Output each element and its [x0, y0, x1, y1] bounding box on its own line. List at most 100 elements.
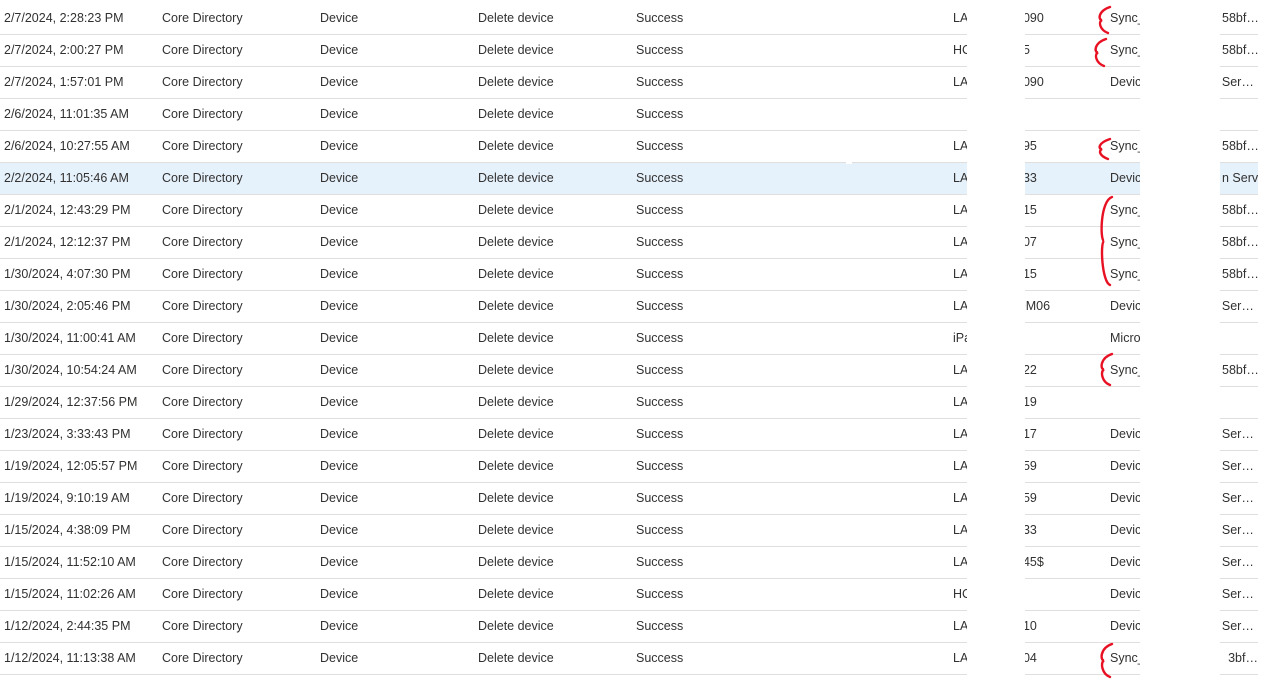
table-row[interactable]: 2/7/2024, 2:28:23 PM Core Directory Device… — [0, 3, 1258, 35]
initiated-suffix-cell: 58bf… — [1222, 235, 1258, 249]
service-cell: Core Directory — [162, 139, 243, 153]
date-cell: 2/1/2024, 12:43:29 PM — [4, 203, 131, 217]
category-cell: Device — [320, 235, 359, 249]
service-cell: Core Directory — [162, 651, 243, 665]
table-row[interactable]: 1/23/2024, 3:33:43 PM Core Directory Devic… — [0, 419, 1258, 451]
grid-artifact — [846, 161, 852, 164]
activity-cell: Delete device — [478, 427, 554, 441]
result-cell: Success — [636, 203, 684, 217]
category-cell: Device — [320, 171, 359, 185]
initiated-suffix-cell: 58bf… — [1222, 43, 1258, 57]
date-cell: 1/29/2024, 12:37:56 PM — [4, 395, 138, 409]
service-cell: Core Directory — [162, 299, 243, 313]
date-cell: 1/12/2024, 11:13:38 AM — [4, 651, 136, 665]
table-row[interactable]: 2/7/2024, 1:57:01 PM Core Directory Device… — [0, 67, 1258, 99]
activity-cell: Delete device — [478, 395, 554, 409]
date-cell: 2/7/2024, 2:00:27 PM — [4, 43, 124, 57]
target-suffix-cell: 233 — [1016, 171, 1037, 185]
activity-cell: Delete device — [478, 331, 554, 345]
table-row[interactable]: 1/15/2024, 11:02:26 AM Core Directory Devi… — [0, 579, 1258, 611]
service-cell: Core Directory — [162, 11, 243, 25]
table-row[interactable]: 1/12/2024, 11:13:38 AM Core Directory Devi… — [0, 643, 1258, 675]
service-cell: Core Directory — [162, 523, 243, 537]
service-cell: Core Directory — [162, 107, 243, 121]
table-row[interactable]: 1/19/2024, 9:10:19 AM Core Directory Devic… — [0, 483, 1258, 515]
target-prefix-cell: LA — [953, 459, 967, 473]
target-prefix-cell: LA — [953, 427, 967, 441]
category-cell: Device — [320, 395, 359, 409]
result-cell: Success — [636, 395, 684, 409]
target-prefix-cell: LA — [953, 523, 967, 537]
target-suffix-cell: 010 — [1016, 619, 1037, 633]
initiated-suffix-cell: 58bf… — [1222, 267, 1258, 281]
category-cell: Device — [320, 331, 359, 345]
target-suffix-cell: 215 — [1016, 203, 1037, 217]
table-row[interactable]: 1/15/2024, 11:52:10 AM Core Directory Devi… — [0, 547, 1258, 579]
result-cell: Success — [636, 171, 684, 185]
activity-cell: Delete device — [478, 491, 554, 505]
table-row[interactable]: 2/1/2024, 12:12:37 PM Core Directory Devic… — [0, 227, 1258, 259]
target-suffix-cell: 217 — [1016, 427, 1037, 441]
table-row[interactable]: 1/29/2024, 12:37:56 PM Core Directory Devi… — [0, 387, 1258, 419]
date-cell: 2/1/2024, 12:12:37 PM — [4, 235, 131, 249]
service-cell: Core Directory — [162, 587, 243, 601]
target-prefix-cell: HC — [953, 43, 967, 57]
table-row[interactable]: 1/19/2024, 12:05:57 PM Core Directory Devi… — [0, 451, 1258, 483]
table-row[interactable]: 2/1/2024, 12:43:29 PM Core Directory Devic… — [0, 195, 1258, 227]
target-prefix-cell: LA — [953, 139, 967, 153]
target-suffix-cell: 095 — [1016, 139, 1037, 153]
activity-cell: Delete device — [478, 235, 554, 249]
date-cell: 2/7/2024, 2:28:23 PM — [4, 11, 124, 25]
activity-cell: Delete device — [478, 555, 554, 569]
category-cell: Device — [320, 299, 359, 313]
result-cell: Success — [636, 619, 684, 633]
table-row[interactable]: 1/30/2024, 10:54:24 AM Core Directory Devi… — [0, 355, 1258, 387]
table-row[interactable]: 2/6/2024, 10:27:55 AM Core Directory Devic… — [0, 131, 1258, 163]
service-cell: Core Directory — [162, 43, 243, 57]
result-cell: Success — [636, 235, 684, 249]
service-cell: Core Directory — [162, 459, 243, 473]
date-cell: 1/23/2024, 3:33:43 PM — [4, 427, 131, 441]
result-cell: Success — [636, 555, 684, 569]
service-cell: Core Directory — [162, 267, 243, 281]
service-cell: Core Directory — [162, 427, 243, 441]
target-suffix-cell: 9090 — [1016, 75, 1044, 89]
result-cell: Success — [636, 75, 684, 89]
table-row[interactable]: 2/7/2024, 2:00:27 PM Core Directory Device… — [0, 35, 1258, 67]
date-cell: 1/30/2024, 10:54:24 AM — [4, 363, 137, 377]
target-suffix-cell: 9090 — [1016, 11, 1044, 25]
target-prefix-cell: LA — [953, 651, 967, 665]
table-row[interactable]: 1/30/2024, 2:05:46 PM Core Directory Devic… — [0, 291, 1258, 323]
activity-cell: Delete device — [478, 43, 554, 57]
initiated-suffix-cell: 3bf… — [1228, 651, 1258, 665]
activity-cell: Delete device — [478, 267, 554, 281]
service-cell: Core Directory — [162, 235, 243, 249]
table-row[interactable]: 1/30/2024, 11:00:41 AM Core Directory Devi… — [0, 323, 1258, 355]
target-prefix-cell: LA — [953, 491, 967, 505]
target-suffix-cell: 05 — [1016, 35, 1086, 66]
target-suffix-cell: 245$ — [1016, 555, 1044, 569]
result-cell: Success — [636, 523, 684, 537]
date-cell: 1/30/2024, 11:00:41 AM — [4, 331, 136, 345]
result-cell: Success — [636, 11, 684, 25]
activity-cell: Delete device — [478, 523, 554, 537]
result-cell: Success — [636, 651, 684, 665]
activity-cell: Delete device — [478, 75, 554, 89]
table-row[interactable]: 2/6/2024, 11:01:35 AM Core Directory Devic… — [0, 99, 1258, 131]
category-cell: Device — [320, 267, 359, 281]
service-cell: Core Directory — [162, 171, 243, 185]
target-prefix-cell: LA — [953, 395, 967, 409]
date-cell: 2/6/2024, 11:01:35 AM — [4, 107, 129, 121]
category-cell: Device — [320, 651, 359, 665]
target-suffix-cell: 2 — [1016, 579, 1086, 610]
category-cell: Device — [320, 491, 359, 505]
service-cell: Core Directory — [162, 331, 243, 345]
table-row[interactable]: 2/2/2024, 11:05:46 AM Core Directory Devic… — [0, 163, 1258, 195]
result-cell: Success — [636, 427, 684, 441]
table-row[interactable]: 1/12/2024, 2:44:35 PM Core Directory Devic… — [0, 611, 1258, 643]
category-cell: Device — [320, 619, 359, 633]
table-row[interactable]: 1/30/2024, 4:07:30 PM Core Directory Devic… — [0, 259, 1258, 291]
table-row[interactable]: 1/15/2024, 4:38:09 PM Core Directory Devic… — [0, 515, 1258, 547]
category-cell: Device — [320, 107, 359, 121]
service-cell: Core Directory — [162, 555, 243, 569]
